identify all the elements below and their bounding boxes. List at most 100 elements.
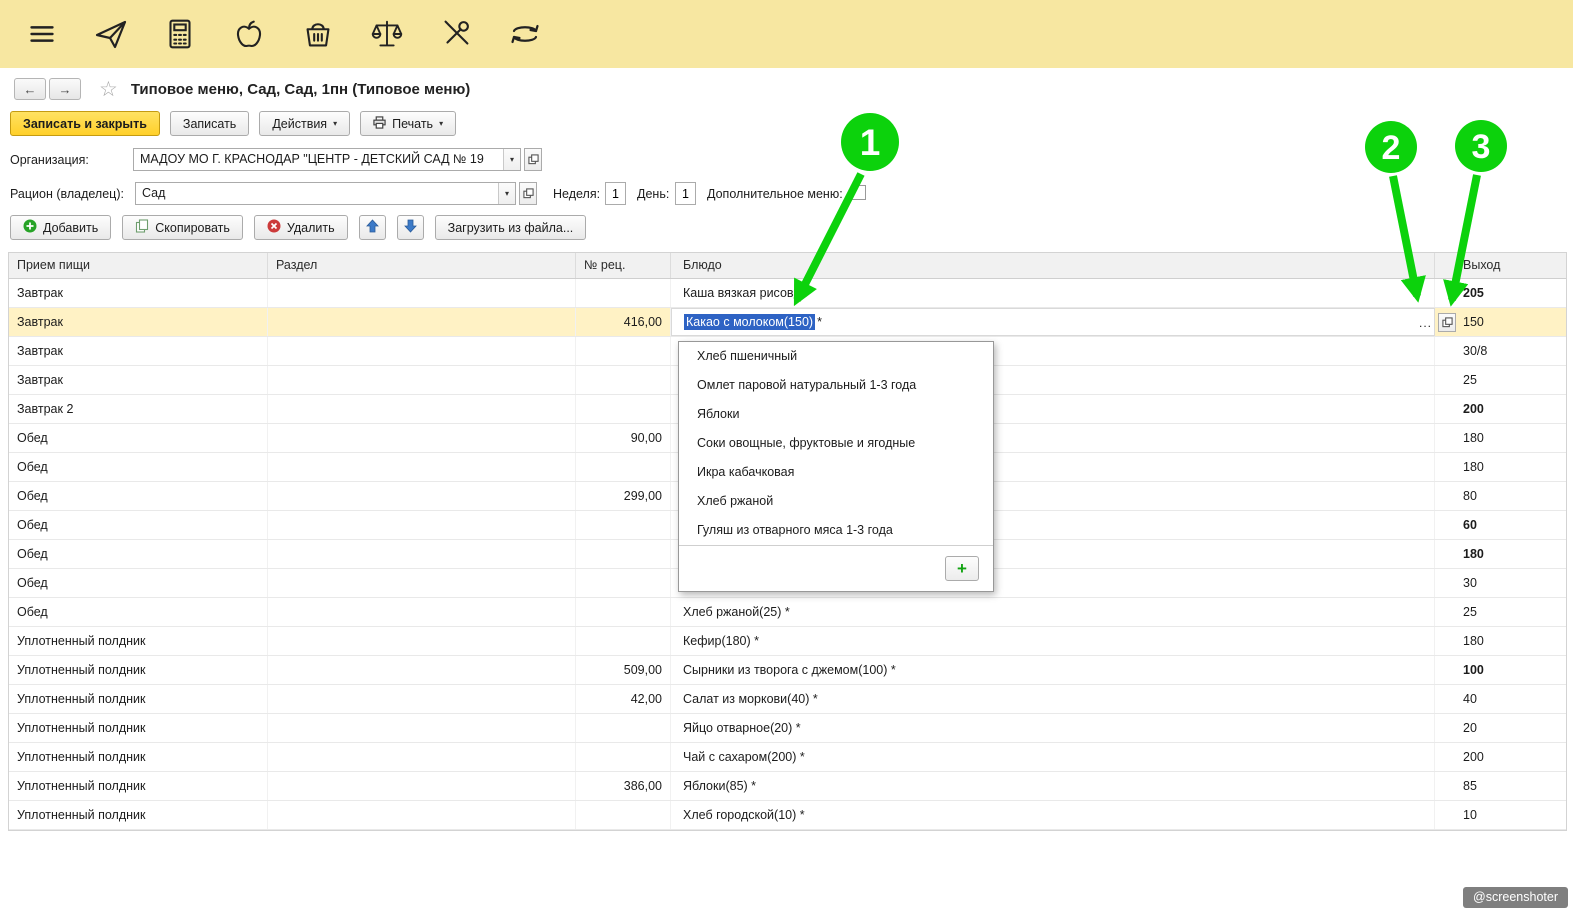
cell-output[interactable]: 180 [1435, 540, 1566, 568]
cell-recipe-number[interactable] [576, 627, 671, 655]
additional-menu-checkbox[interactable] [851, 185, 866, 200]
cell-recipe-number[interactable] [576, 279, 671, 307]
organization-dropdown-icon[interactable]: ▾ [503, 149, 520, 170]
week-input[interactable] [605, 182, 626, 205]
cell-output[interactable]: 85 [1435, 772, 1566, 800]
column-header-recipe[interactable]: № рец. [576, 253, 671, 278]
cell-section[interactable] [268, 714, 576, 742]
cell-meal[interactable]: Обед [9, 540, 268, 568]
add-row-button[interactable]: Добавить [10, 215, 111, 240]
table-row[interactable]: Обед Хлеб ржаной(25) * 25 [9, 598, 1566, 627]
cell-section[interactable] [268, 540, 576, 568]
cell-dish[interactable]: Яблоки(85) * [671, 772, 1435, 800]
cell-output[interactable]: 180 [1435, 453, 1566, 481]
cell-meal[interactable]: Уплотненный полдник [9, 772, 268, 800]
cell-dish[interactable]: Хлеб городской(10) * [671, 801, 1435, 829]
scales-icon[interactable] [367, 14, 407, 54]
cell-meal[interactable]: Обед [9, 453, 268, 481]
ration-value[interactable]: Сад [136, 183, 498, 204]
dropdown-item[interactable]: Хлеб ржаной [679, 487, 993, 516]
cell-output[interactable]: 40 [1435, 685, 1566, 713]
cell-output[interactable]: 200 [1435, 395, 1566, 423]
cell-recipe-number[interactable] [576, 366, 671, 394]
table-row[interactable]: Уплотненный полдник 386,00 Яблоки(85) * … [9, 772, 1566, 801]
favorite-star-icon[interactable]: ☆ [99, 79, 118, 100]
cell-recipe-number[interactable]: 299,00 [576, 482, 671, 510]
cell-meal[interactable]: Завтрак 2 [9, 395, 268, 423]
cell-section[interactable] [268, 308, 576, 336]
exchange-icon[interactable] [505, 14, 545, 54]
column-header-output[interactable]: Выход [1435, 253, 1566, 278]
cell-dish[interactable]: Чай с сахаром(200) * [671, 743, 1435, 771]
dropdown-item[interactable]: Гуляш из отварного мяса 1-3 года [679, 516, 993, 545]
cell-output[interactable]: 25 [1435, 366, 1566, 394]
cell-section[interactable] [268, 511, 576, 539]
day-input[interactable] [675, 182, 696, 205]
cell-output[interactable]: 100 [1435, 656, 1566, 684]
cell-section[interactable] [268, 279, 576, 307]
dropdown-item[interactable]: Омлет паровой натуральный 1-3 года [679, 371, 993, 400]
forward-button[interactable]: → [49, 78, 81, 100]
dropdown-item[interactable]: Икра кабачковая [679, 458, 993, 487]
cell-meal[interactable]: Уплотненный полдник [9, 627, 268, 655]
cell-meal[interactable]: Обед [9, 511, 268, 539]
table-row[interactable]: Завтрак 416,00 Какао с молоком(150) *...… [9, 308, 1566, 337]
cell-dish-editing[interactable]: Какао с молоком(150) *... [671, 308, 1435, 336]
table-row[interactable]: Уплотненный полдник Кефир(180) * 180 [9, 627, 1566, 656]
column-header-dish[interactable]: Блюдо [671, 253, 1435, 278]
cell-meal[interactable]: Уплотненный полдник [9, 656, 268, 684]
open-dish-button[interactable] [1438, 313, 1456, 332]
cell-dish[interactable]: Яйцо отварное(20) * [671, 714, 1435, 742]
cell-output[interactable]: 60 [1435, 511, 1566, 539]
cell-recipe-number[interactable]: 42,00 [576, 685, 671, 713]
cell-section[interactable] [268, 656, 576, 684]
actions-button[interactable]: Действия ▾ [259, 111, 350, 136]
cell-meal[interactable]: Обед [9, 598, 268, 626]
cell-meal[interactable]: Уплотненный полдник [9, 685, 268, 713]
cell-section[interactable] [268, 743, 576, 771]
organization-value[interactable]: МАДОУ МО Г. КРАСНОДАР "ЦЕНТР - ДЕТСКИЙ С… [134, 149, 503, 170]
cell-output[interactable]: 30 [1435, 569, 1566, 597]
cell-meal[interactable]: Завтрак [9, 279, 268, 307]
choose-dish-button[interactable]: ... [1416, 316, 1435, 330]
cell-output[interactable]: 10 [1435, 801, 1566, 829]
cell-dish[interactable]: Салат из моркови(40) * [671, 685, 1435, 713]
cell-output[interactable]: 80 [1435, 482, 1566, 510]
send-icon[interactable] [91, 14, 131, 54]
dropdown-item[interactable]: Яблоки [679, 400, 993, 429]
cell-meal[interactable]: Завтрак [9, 308, 268, 336]
cell-meal[interactable]: Уплотненный полдник [9, 743, 268, 771]
cell-output[interactable]: 30/8 [1435, 337, 1566, 365]
cell-recipe-number[interactable] [576, 598, 671, 626]
organization-open-button[interactable] [524, 148, 542, 171]
cell-output[interactable]: 25 [1435, 598, 1566, 626]
cell-recipe-number[interactable] [576, 395, 671, 423]
dropdown-item[interactable]: Хлеб пшеничный [679, 342, 993, 371]
cell-dish[interactable]: Хлеб ржаной(25) * [671, 598, 1435, 626]
save-button[interactable]: Записать [170, 111, 249, 136]
cell-section[interactable] [268, 569, 576, 597]
column-header-section[interactable]: Раздел [268, 253, 576, 278]
cell-meal[interactable]: Обед [9, 424, 268, 452]
table-row[interactable]: Уплотненный полдник Яйцо отварное(20) * … [9, 714, 1566, 743]
cell-recipe-number[interactable]: 416,00 [576, 308, 671, 336]
menu-icon[interactable] [22, 14, 62, 54]
cell-section[interactable] [268, 337, 576, 365]
cell-output[interactable]: 180 [1435, 627, 1566, 655]
load-from-file-button[interactable]: Загрузить из файла... [435, 215, 587, 240]
cell-output[interactable]: 180 [1435, 424, 1566, 452]
cell-recipe-number[interactable] [576, 453, 671, 481]
cell-section[interactable] [268, 772, 576, 800]
cell-meal[interactable]: Завтрак [9, 366, 268, 394]
table-row[interactable]: Завтрак Каша вязкая рисовая 205 [9, 279, 1566, 308]
dropdown-item[interactable]: Соки овощные, фруктовые и ягодные [679, 429, 993, 458]
cell-recipe-number[interactable] [576, 511, 671, 539]
cell-meal[interactable]: Обед [9, 569, 268, 597]
cell-recipe-number[interactable]: 386,00 [576, 772, 671, 800]
delete-row-button[interactable]: Удалить [254, 215, 348, 240]
cell-output[interactable]: 200 [1435, 743, 1566, 771]
cell-dish[interactable]: Каша вязкая рисовая [671, 279, 1435, 307]
cell-output[interactable]: 20 [1435, 714, 1566, 742]
cell-section[interactable] [268, 395, 576, 423]
cell-section[interactable] [268, 424, 576, 452]
